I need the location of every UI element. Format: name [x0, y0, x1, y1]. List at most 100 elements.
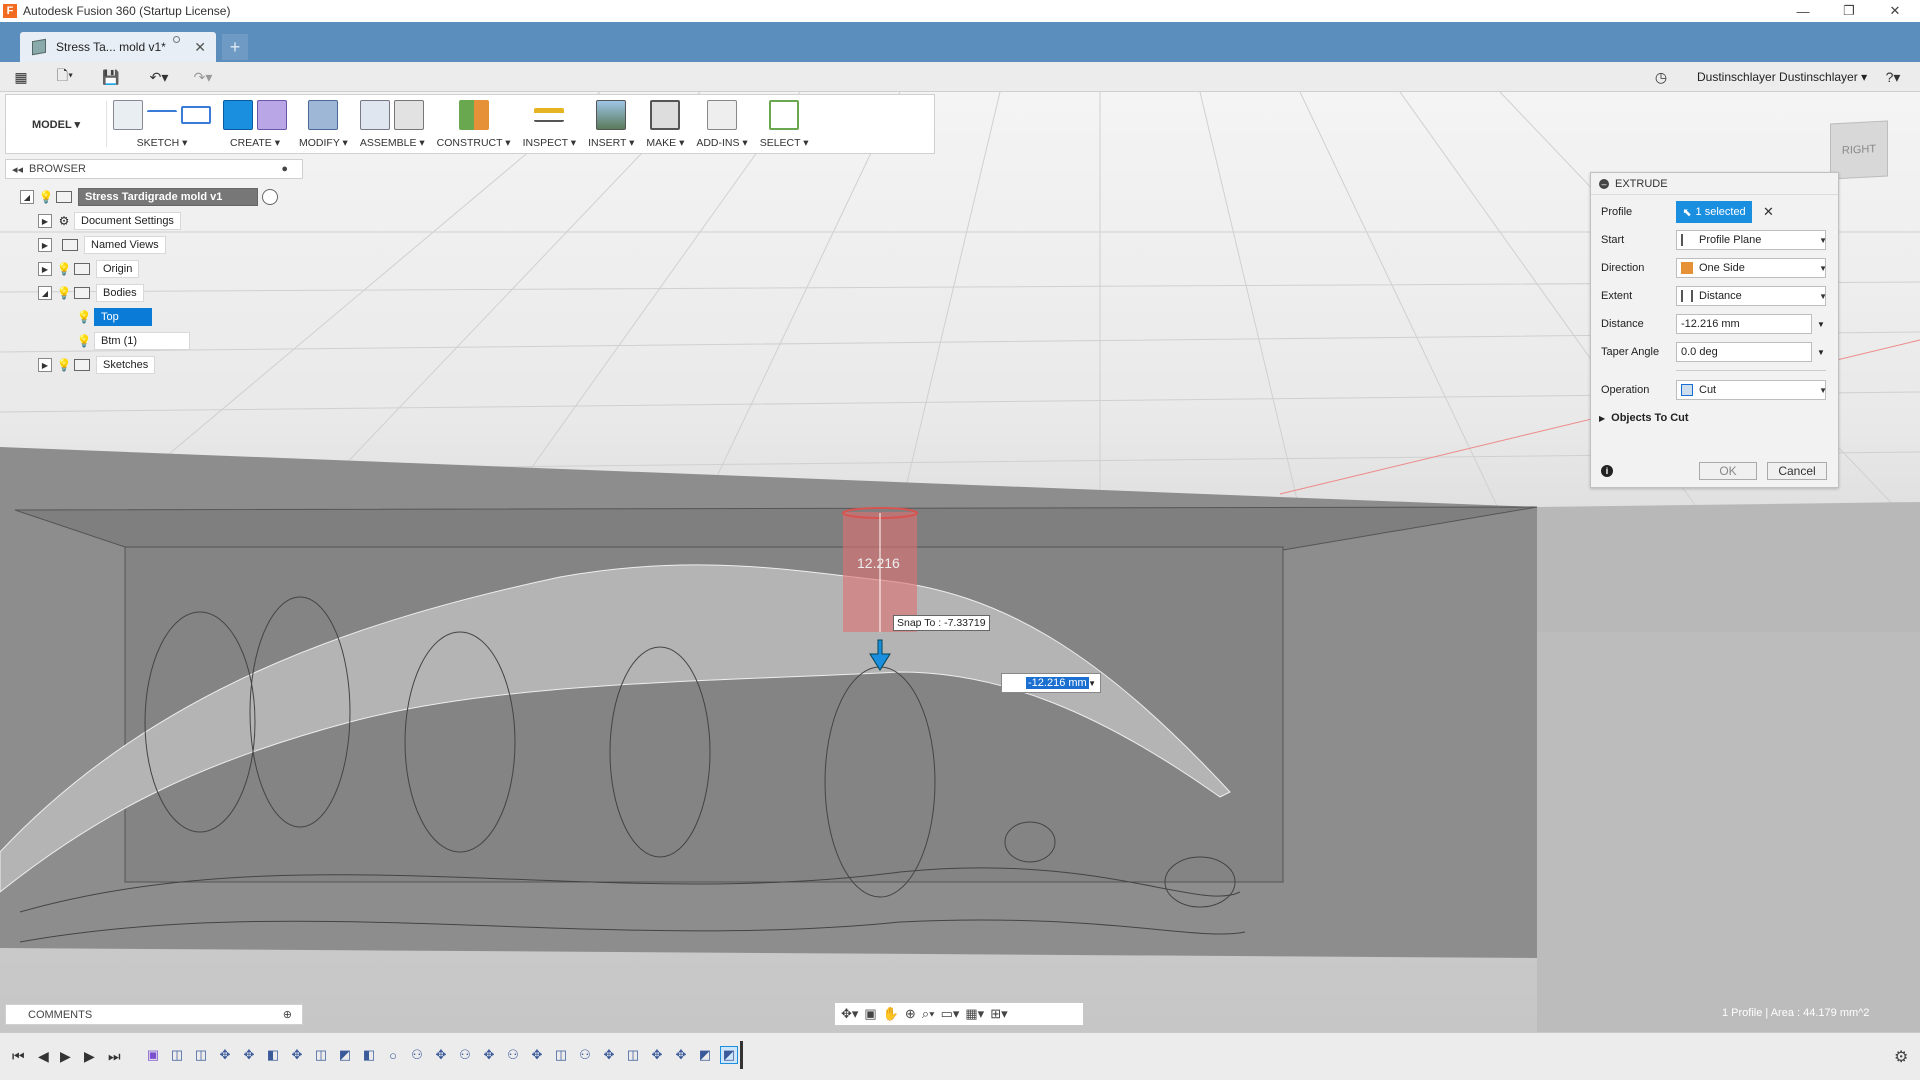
step-back-icon[interactable]: ◀ [38, 1048, 49, 1065]
extrude-dialog-header[interactable]: – EXTRUDE [1591, 173, 1838, 195]
browser-item-body-btm[interactable]: 💡 Btm (1) [77, 331, 190, 351]
lightbulb-icon[interactable]: 💡 [39, 190, 54, 204]
press-pull-icon[interactable] [308, 100, 339, 130]
make-group[interactable]: MAKE ▾ [640, 95, 690, 153]
play-icon[interactable]: ▶ [60, 1048, 71, 1065]
help-icon[interactable]: ?▾ [1878, 67, 1908, 87]
collapse-dialog-icon[interactable]: – [1599, 178, 1609, 189]
new-tab-button[interactable]: + [222, 34, 248, 60]
joint-icon[interactable] [394, 100, 425, 130]
timeline-feature-icon[interactable]: ✥ [432, 1046, 450, 1064]
timeline-feature-icon[interactable]: ⚇ [456, 1046, 474, 1064]
go-to-end-icon[interactable]: ⏭ [108, 1048, 121, 1065]
pin-icon[interactable]: ● [281, 163, 288, 175]
browser-item-bodies[interactable]: ◢ 💡 Bodies [38, 283, 144, 303]
root-component-label[interactable]: Stress Tardigrade mold v1 [78, 188, 258, 206]
rectangle-icon[interactable] [181, 106, 211, 124]
offset-plane-icon[interactable] [458, 100, 489, 130]
chevron-down-icon[interactable]: ▼ [1817, 320, 1825, 329]
timeline-marker[interactable] [740, 1041, 743, 1069]
zoom-icon[interactable]: ⊕ [905, 1006, 916, 1022]
select-icon[interactable] [769, 100, 800, 130]
objects-to-cut-row[interactable]: ▶ Objects To Cut [1591, 407, 1840, 429]
create-sketch-icon[interactable] [113, 100, 143, 130]
timeline-feature-icon[interactable]: ✥ [600, 1046, 618, 1064]
add-ins-group[interactable]: ADD-INS ▾ [690, 95, 753, 153]
timeline-feature-icon[interactable]: ○ [384, 1046, 402, 1064]
lightbulb-icon[interactable]: 💡 [57, 286, 72, 300]
lightbulb-icon[interactable]: 💡 [77, 334, 92, 348]
restore-icon[interactable]: ❐ [1826, 0, 1872, 22]
inspect-group[interactable]: INSPECT ▾ [517, 95, 583, 153]
fit-icon[interactable]: ⌕▾ [922, 1006, 935, 1022]
browser-item-origin[interactable]: ▶ 💡 Origin [38, 259, 140, 279]
timeline-feature-icon[interactable]: ⚇ [408, 1046, 426, 1064]
collapse-browser-icon[interactable]: ◂◂ [12, 163, 23, 176]
insert-image-icon[interactable] [596, 100, 627, 130]
browser-item-document-settings[interactable]: ▶ ⚙ Document Settings [38, 211, 181, 231]
timeline-feature-icon[interactable]: ◫ [168, 1046, 186, 1064]
app-grid-icon[interactable]: ▦ [10, 67, 32, 87]
go-to-start-icon[interactable]: ⏮ [12, 1048, 25, 1065]
lightbulb-icon[interactable]: 💡 [57, 262, 72, 276]
workspace-switcher[interactable]: MODEL ▾ [6, 95, 106, 153]
clear-selection-icon[interactable]: ✕ [1763, 204, 1774, 220]
profile-selection-button[interactable]: ⬉ 1 selected [1676, 201, 1752, 223]
assemble-group[interactable]: ASSEMBLE ▾ [354, 95, 431, 153]
expand-triangle-icon[interactable]: ▶ [38, 214, 52, 228]
browser-item-sketches[interactable]: ▶ 💡 Sketches [38, 355, 156, 375]
timeline-feature-icon[interactable]: ◫ [312, 1046, 330, 1064]
timeline-feature-icon[interactable]: ◩ [336, 1046, 354, 1064]
create-group[interactable]: CREATE ▾ [217, 95, 293, 153]
cancel-button[interactable]: Cancel [1767, 462, 1827, 480]
browser-item-body-top[interactable]: 💡 Top [77, 307, 152, 327]
timeline-feature-icon[interactable]: ◩ [696, 1046, 714, 1064]
look-at-icon[interactable]: ▣ [864, 1006, 876, 1022]
expand-triangle-icon[interactable]: ▶ [38, 262, 52, 276]
save-icon[interactable]: 💾 [100, 67, 122, 87]
chevron-down-icon[interactable]: ▼ [1817, 348, 1825, 357]
pattern-icon[interactable] [257, 100, 287, 130]
extrude-icon[interactable] [223, 100, 253, 130]
expand-triangle-icon[interactable]: ▶ [38, 358, 52, 372]
comments-panel[interactable]: COMMENTS ⊕ [5, 1004, 303, 1025]
close-tab-icon[interactable]: ✕ [194, 39, 206, 56]
undo-icon[interactable]: ↶▾ [142, 67, 176, 87]
expand-triangle-icon[interactable]: ▶ [38, 238, 52, 252]
operation-select[interactable]: Cut ▼ [1676, 380, 1827, 400]
distance-input-field[interactable]: -12.216 mm ▼ [1001, 673, 1101, 693]
timeline-feature-icon[interactable]: ⚇ [504, 1046, 522, 1064]
construct-group[interactable]: CONSTRUCT ▾ [431, 95, 517, 153]
grid-settings-icon[interactable]: ▦▾ [965, 1006, 984, 1022]
modify-group[interactable]: MODIFY ▾ [293, 95, 354, 153]
orbit-icon[interactable]: ✥▾ [841, 1006, 858, 1022]
file-menu-icon[interactable]: 🗋▾ [50, 67, 80, 87]
job-status-icon[interactable]: ◷ [1650, 67, 1672, 87]
select-group[interactable]: SELECT ▾ [754, 95, 815, 153]
browser-item-named-views[interactable]: ▶ Named Views [38, 235, 166, 255]
timeline-feature-icon[interactable]: ◫ [624, 1046, 642, 1064]
timeline-feature-icon[interactable]: ▣ [144, 1046, 162, 1064]
user-account-menu[interactable]: Dustinschlayer Dustinschlayer ▾ [1697, 70, 1867, 84]
timeline-feature-icon[interactable]: ✥ [480, 1046, 498, 1064]
browser-root-node[interactable]: ◢ 💡 Stress Tardigrade mold v1 [20, 187, 278, 207]
timeline-feature-icon[interactable]: ✥ [528, 1046, 546, 1064]
browser-panel-header[interactable]: ◂◂ BROWSER ● [5, 159, 303, 179]
timeline-feature-icon[interactable]: ✥ [672, 1046, 690, 1064]
measure-icon[interactable] [534, 108, 565, 122]
direction-select[interactable]: One Side ▼ [1676, 258, 1827, 278]
expand-triangle-icon[interactable]: ▶ [1599, 414, 1605, 423]
display-settings-icon[interactable]: ▭▾ [941, 1006, 960, 1022]
lightbulb-icon[interactable]: 💡 [77, 310, 92, 324]
timeline-feature-icon[interactable]: ✥ [288, 1046, 306, 1064]
timeline-feature-icon[interactable]: ◧ [264, 1046, 282, 1064]
ok-button[interactable]: OK [1699, 462, 1757, 480]
timeline-feature-icon[interactable]: ◧ [360, 1046, 378, 1064]
timeline-feature-icon[interactable]: ✥ [648, 1046, 666, 1064]
close-icon[interactable]: ✕ [1872, 0, 1918, 22]
start-select[interactable]: Profile Plane ▼ [1676, 230, 1827, 250]
step-forward-icon[interactable]: ▶ [84, 1048, 95, 1065]
timeline-active-feature-icon[interactable]: ◩ [720, 1046, 738, 1064]
info-icon[interactable]: i [1601, 465, 1613, 477]
extent-select[interactable]: Distance ▼ [1676, 286, 1827, 306]
